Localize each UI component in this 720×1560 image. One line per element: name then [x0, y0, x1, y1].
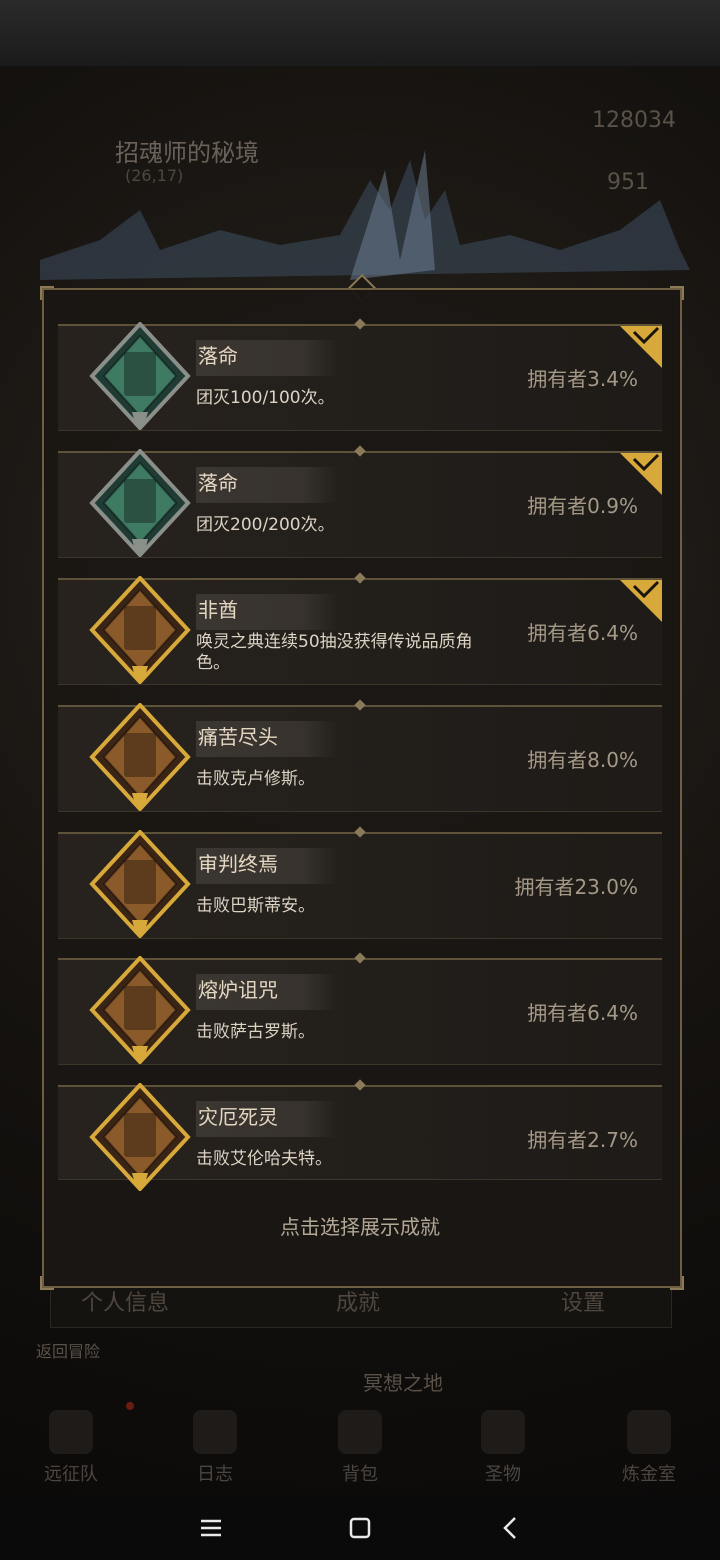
tombstone-green-icon — [89, 322, 191, 430]
achievement-row[interactable]: 落命 团灭200/200次。 拥有者0.9% — [58, 445, 662, 558]
chalice-icon — [481, 1410, 525, 1454]
achievement-title: 熔炉诅咒 — [198, 978, 278, 1002]
checkmark-icon — [620, 453, 662, 495]
achievement-title: 落命 — [198, 471, 238, 495]
back-icon[interactable] — [495, 1512, 527, 1544]
tab-profile[interactable]: 个人信息 — [81, 1285, 169, 1317]
menu-icon[interactable] — [195, 1512, 227, 1544]
crystal-boss-gold-icon — [89, 703, 191, 811]
achievement-title: 落命 — [198, 344, 238, 368]
checkmark-icon — [620, 580, 662, 622]
backpack-icon — [338, 1410, 382, 1454]
system-navigation-bar — [0, 1496, 720, 1560]
nav-relics[interactable]: 圣物 — [448, 1410, 558, 1486]
land-label: 冥想之地 — [363, 1371, 443, 1395]
home-icon[interactable] — [344, 1512, 376, 1544]
corner-ornament — [40, 286, 54, 300]
judge-boss-gold-icon — [89, 830, 191, 938]
owner-percentage: 拥有者23.0% — [514, 875, 638, 899]
corner-ornament — [40, 1276, 54, 1290]
achievement-row[interactable]: 落命 团灭100/100次。 拥有者3.4% — [58, 318, 662, 431]
achievement-row[interactable]: 痛苦尽头 击败克卢修斯。 拥有者8.0% — [58, 699, 662, 812]
achievement-row[interactable]: 非酋 唤灵之典连续50抽没获得传说品质角色。 拥有者6.4% — [58, 572, 662, 685]
resource-gem-count: 128034 — [592, 108, 676, 133]
achievement-description: 击败艾伦哈夫特。 — [196, 1149, 332, 1169]
helmet-icon — [49, 1410, 93, 1454]
return-adventure-link[interactable]: 返回冒险 — [36, 1338, 100, 1362]
checkmark-icon — [620, 326, 662, 368]
owner-percentage: 拥有者2.7% — [527, 1128, 638, 1152]
nav-backpack[interactable]: 背包 — [305, 1410, 415, 1486]
achievement-description: 击败萨古罗斯。 — [196, 1022, 315, 1042]
necro-boss-gold-icon — [89, 1083, 191, 1191]
tab-achievements[interactable]: 成就 — [336, 1285, 380, 1317]
select-achievement-prompt[interactable]: 点击选择展示成就 — [42, 1211, 678, 1240]
achievement-title: 非酋 — [198, 598, 238, 622]
corner-ornament — [670, 286, 684, 300]
forge-boss-gold-icon — [89, 956, 191, 1064]
nav-journal[interactable]: 日志 — [160, 1410, 270, 1486]
notification-dot — [126, 1402, 134, 1410]
top-status-bar — [0, 0, 720, 68]
achievement-description: 团灭100/100次。 — [196, 388, 335, 408]
achievement-description: 唤灵之典连续50抽没获得传说品质角色。 — [196, 632, 473, 673]
tombstone-green-icon — [89, 449, 191, 557]
journal-icon — [193, 1410, 237, 1454]
achievement-description: 团灭200/200次。 — [196, 515, 335, 535]
achievement-row[interactable]: 灾厄死灵 击败艾伦哈夫特。 拥有者2.7% — [58, 1079, 662, 1191]
nav-alchemy[interactable]: 炼金室 — [594, 1410, 704, 1486]
achievement-row[interactable]: 熔炉诅咒 击败萨古罗斯。 拥有者6.4% — [58, 952, 662, 1065]
tab-settings[interactable]: 设置 — [561, 1285, 605, 1317]
achievement-row[interactable]: 审判终焉 击败巴斯蒂安。 拥有者23.0% — [58, 826, 662, 939]
warrior-gold-icon — [89, 576, 191, 684]
bottom-navigation: 远征队 日志 背包 圣物 炼金室 — [0, 1400, 720, 1496]
achievement-description: 击败克卢修斯。 — [196, 769, 315, 789]
achievement-title: 痛苦尽头 — [198, 725, 278, 749]
nav-expedition[interactable]: 远征队 — [16, 1410, 126, 1486]
owner-percentage: 拥有者8.0% — [527, 748, 638, 772]
achievement-title: 审判终焉 — [198, 852, 278, 876]
achievement-title: 灾厄死灵 — [198, 1105, 278, 1129]
owner-percentage: 拥有者6.4% — [527, 1001, 638, 1025]
achievement-description: 击败巴斯蒂安。 — [196, 896, 315, 916]
corner-ornament — [670, 1276, 684, 1290]
flask-icon — [627, 1410, 671, 1454]
